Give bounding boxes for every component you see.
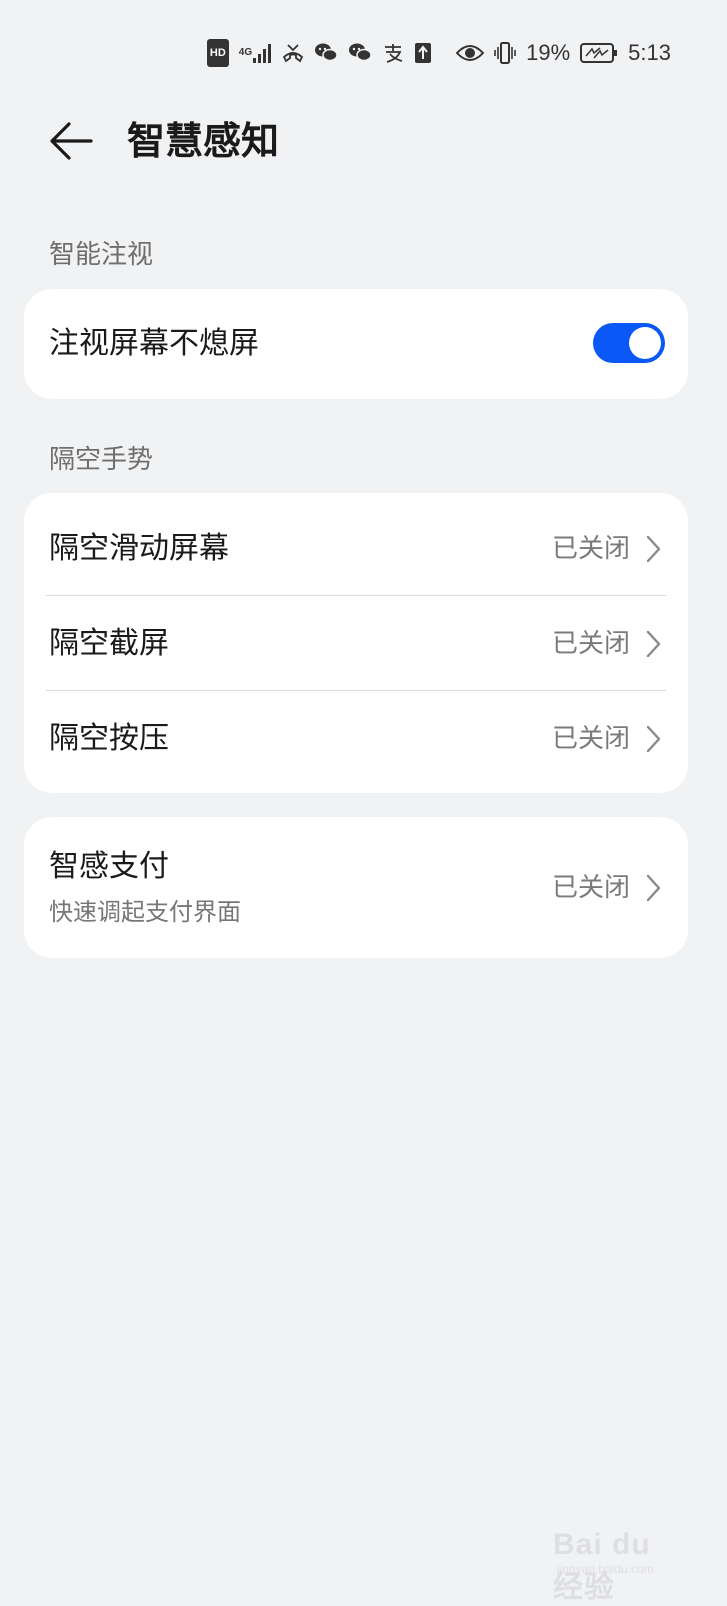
status-time: 5:13 (628, 40, 671, 65)
section-header-air-gesture: 隔空手势 (49, 445, 154, 475)
chevron-right-icon (646, 630, 661, 658)
battery-percent: 19% (526, 40, 571, 65)
toggle-knob (629, 327, 661, 359)
air-press-label: 隔空按压 (49, 721, 169, 756)
signal-icon: 4G (239, 41, 272, 65)
eye-icon (456, 41, 485, 65)
status-icons: HD 4G 19% 5:13 (206, 36, 671, 70)
chevron-right-icon (646, 874, 661, 902)
back-button[interactable] (46, 116, 96, 166)
gaze-keep-screen-on-label: 注视屏幕不熄屏 (49, 326, 259, 361)
air-press-status: 已关闭 (551, 724, 630, 754)
gaze-keep-screen-on-row[interactable]: 注视屏幕不熄屏 (24, 289, 688, 399)
alipay-icon (382, 41, 404, 65)
smart-payment-subtitle: 快速调起支付界面 (49, 898, 241, 926)
wechat-icon (314, 41, 338, 65)
list-item-air-swipe[interactable]: 隔空滑动屏幕 已关闭 (24, 493, 688, 595)
vibrate-icon (494, 41, 516, 65)
air-screenshot-label: 隔空截屏 (49, 626, 169, 661)
gaze-keep-screen-on-toggle[interactable] (593, 323, 665, 363)
hd-icon: HD (206, 39, 229, 67)
gaze-card: 注视屏幕不熄屏 (24, 289, 688, 399)
page-title: 智慧感知 (127, 119, 280, 163)
missed-call-icon (282, 41, 304, 65)
smart-payment-label: 智感支付 (49, 849, 169, 884)
list-item-air-press[interactable]: 隔空按压 已关闭 (24, 691, 688, 793)
upload-icon (414, 41, 432, 65)
wechat-icon (348, 41, 372, 65)
chevron-right-icon (646, 725, 661, 753)
watermark-url: jingyan.baidu.com (557, 1562, 654, 1576)
network-type: 4G (238, 47, 253, 58)
back-arrow-icon (50, 122, 93, 160)
status-bar: HD 4G 19% 5:13 (0, 36, 727, 70)
air-swipe-status: 已关闭 (551, 534, 630, 564)
air-gesture-card: 隔空滑动屏幕 已关闭 隔空截屏 已关闭 隔空按压 已关闭 (24, 493, 688, 793)
app-bar: 智慧感知 (0, 112, 727, 172)
air-screenshot-status: 已关闭 (551, 629, 630, 659)
smart-payment-status: 已关闭 (551, 873, 630, 903)
list-item-air-screenshot[interactable]: 隔空截屏 已关闭 (24, 596, 688, 690)
chevron-right-icon (646, 535, 661, 563)
section-header-gaze: 智能注视 (49, 240, 154, 270)
baidu-jingyan-watermark: Bai du 经验 jingyan.baidu.com (547, 1520, 687, 1604)
battery-charging-icon (580, 41, 618, 65)
smart-payment-card: 智感支付 快速调起支付界面 已关闭 (24, 817, 688, 958)
list-item-smart-payment[interactable]: 智感支付 快速调起支付界面 已关闭 (24, 817, 688, 958)
air-swipe-label: 隔空滑动屏幕 (49, 531, 229, 566)
